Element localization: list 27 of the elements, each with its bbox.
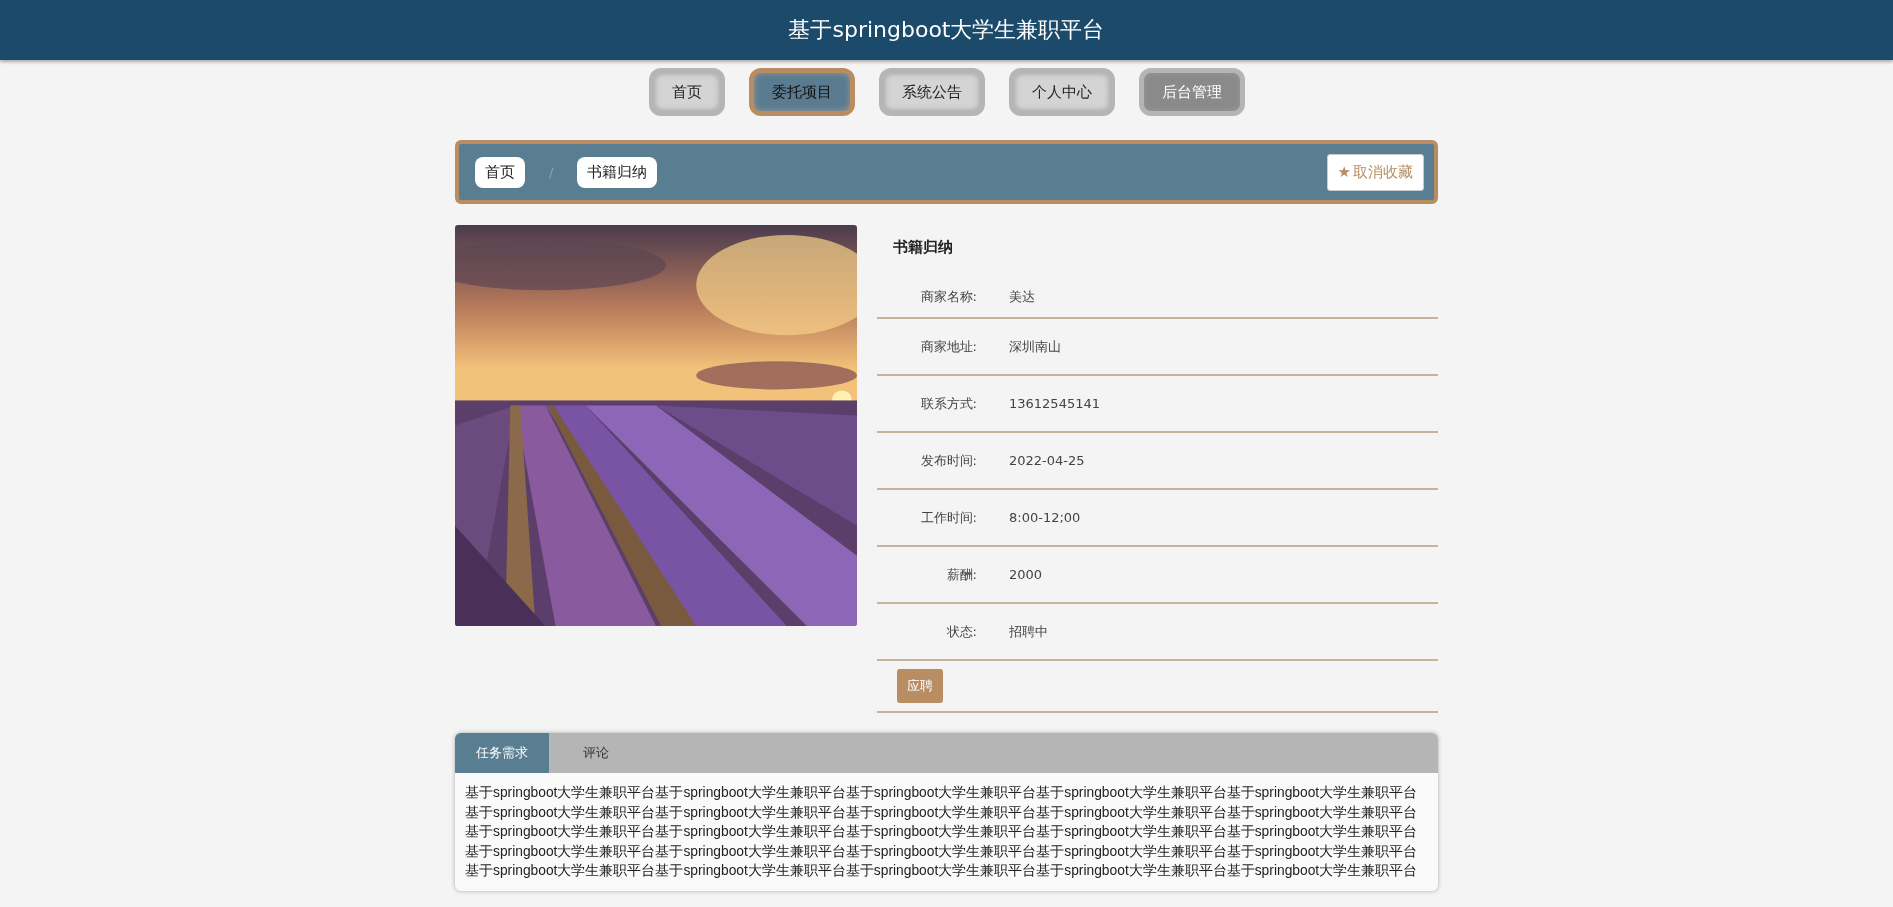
- item-title: 书籍归纳: [892, 237, 954, 258]
- nav-button[interactable]: 首页: [648, 68, 725, 116]
- field-label: 发布时间:: [919, 451, 977, 470]
- field-label: 状态:: [945, 622, 977, 641]
- tab[interactable]: 评论: [549, 733, 643, 773]
- breadcrumb-link[interactable]: 首页: [475, 156, 525, 188]
- field-value: 2000: [1009, 567, 1043, 582]
- field-label: 工作时间:: [919, 508, 977, 527]
- site-title: 基于springboot大学生兼职平台: [788, 16, 1105, 44]
- star-icon: ★: [1337, 162, 1351, 181]
- breadcrumb-separator: /: [549, 164, 554, 180]
- field-label: 商家名称:: [919, 287, 977, 306]
- description-text: 基于springboot大学生兼职平台基于springboot大学生兼职平台基于springboot大学生兼职平台基于springboot大学生兼职平台基于springboot大学生兼职平台 基于springboot大学生兼职平台基于springboot大学生兼职平台基于springboot大学生兼职平台基于springboot大学生兼职平台基于springboot大学生兼职平台 基于springboot大学生兼职平台基于springboot大学生兼职平台基于springboot大学生兼职平台基于springboot大学生兼职平台基于springboot大学生兼职平台 基于springboot大学生兼职平台基于springboot大学生兼职平台基于springboot大学生兼职平台基于springboot大学生兼职平台基于springboot大学生兼职平台 基于springboot大学生兼职平台基于springboot大学生兼职平台基于springboot大学生兼职平台基于springboot大学生兼职平台基于springboot大学生兼职平台: [464, 784, 1419, 880]
- tab[interactable]: 任务需求: [455, 733, 549, 773]
- field-label: 商家地址:: [919, 337, 977, 356]
- field-value: 美达: [1009, 287, 1035, 306]
- field-value: 8:00-12;00: [1009, 510, 1081, 525]
- field-value: 招聘中: [1009, 622, 1048, 641]
- nav-button[interactable]: 委托项目: [748, 68, 855, 116]
- nav-button[interactable]: 个人中心: [1008, 68, 1115, 116]
- field-value: 深圳南山: [1009, 337, 1061, 356]
- nav-button[interactable]: 系统公告: [878, 68, 985, 116]
- field-label: 薪酬:: [945, 565, 977, 584]
- breadcrumb-link[interactable]: 书籍归纳: [577, 156, 658, 188]
- field-value: 13612545141: [1009, 396, 1100, 411]
- field-label: 联系方式:: [919, 394, 977, 413]
- field-value: 2022-04-25: [1009, 453, 1085, 468]
